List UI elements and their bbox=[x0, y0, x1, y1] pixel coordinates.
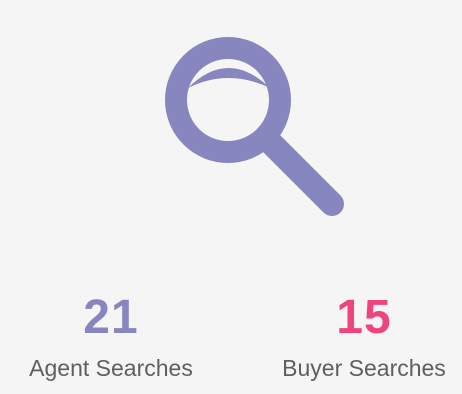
agent-searches-label: Agent Searches bbox=[29, 355, 193, 381]
buyer-searches-count: 15 bbox=[336, 291, 392, 344]
agent-searches-stat: 21 Agent Searches bbox=[11, 290, 211, 382]
agent-searches-count: 21 bbox=[83, 291, 139, 344]
buyer-searches-label: Buyer Searches bbox=[282, 355, 446, 381]
search-icon bbox=[158, 30, 354, 226]
buyer-searches-stat: 15 Buyer Searches bbox=[264, 290, 462, 382]
